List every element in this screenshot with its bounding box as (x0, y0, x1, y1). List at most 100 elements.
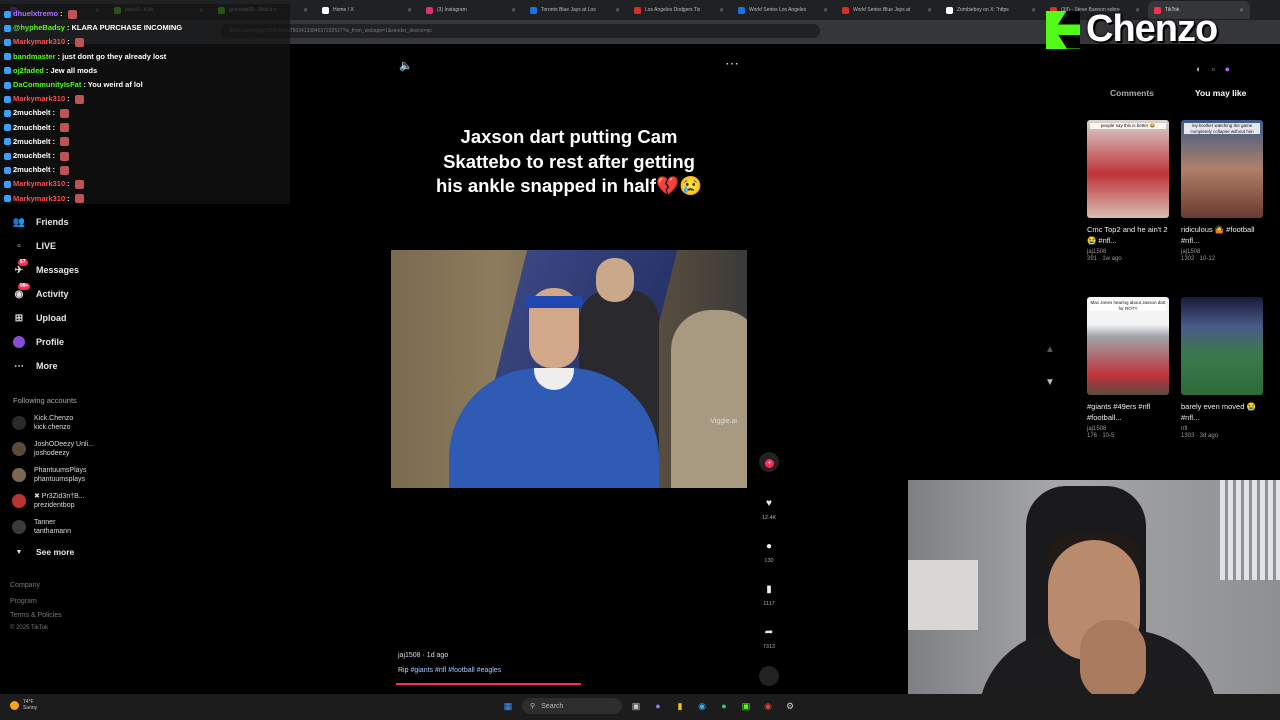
chat-username[interactable]: @hypheBadsy (13, 23, 65, 32)
badge-icon (4, 124, 11, 132)
compass-icon[interactable]: ◐ (1196, 64, 1201, 74)
video-player[interactable]: 🔈 ⋯ Jaxson dart putting Cam Skattebo to … (391, 53, 747, 685)
windows-start-icon[interactable]: ▦ (500, 698, 516, 714)
follow-plus-icon[interactable]: + (765, 459, 774, 468)
browser-tab[interactable]: Home / X ✕ (316, 1, 418, 19)
close-icon[interactable]: ✕ (1239, 7, 1244, 14)
inbox-icon[interactable]: ▫ (1211, 64, 1214, 74)
browser-tab[interactable]: Zombieboy on X: "https ✕ (940, 1, 1042, 19)
gear-icon[interactable]: ⚙ (782, 698, 798, 714)
watermark: Viggle.ai (710, 418, 737, 425)
browser-tab[interactable]: World Series Los Angeles ✕ (732, 1, 834, 19)
following-account[interactable]: Tanner tanthamann (12, 518, 71, 536)
like-button[interactable]: ♥ 12.4K (759, 494, 779, 521)
share-button[interactable]: ➦ 7313 (759, 623, 779, 650)
more-options-icon[interactable]: ⋯ (725, 55, 739, 72)
card-author: jaj1508 (1087, 249, 1107, 255)
chrome-icon[interactable]: ◉ (760, 698, 776, 714)
chevron-down-icon[interactable]: ▼ (1045, 377, 1055, 388)
footer-program[interactable]: Program (10, 598, 37, 605)
chat-username[interactable]: DaCommunityIsFat (13, 80, 81, 89)
video-author[interactable]: jaj1508 · 1d ago (398, 652, 448, 659)
save-button[interactable]: ▮ 1117 (759, 580, 779, 607)
chat-username[interactable]: Markymark310 (13, 37, 65, 46)
profile-avatar-icon[interactable]: ● (1225, 64, 1230, 74)
tab-favicon-icon (634, 6, 641, 14)
footer-company[interactable]: Company (10, 582, 40, 589)
close-icon[interactable]: ✕ (407, 7, 412, 14)
card-stats: 176 · 10-5 (1087, 433, 1115, 439)
chat-username[interactable]: 2muchbelt (13, 108, 51, 117)
close-icon[interactable]: ✕ (511, 7, 516, 14)
volume-icon[interactable]: 🔈 (399, 59, 413, 72)
following-account[interactable]: ✖ Pr3Zid3n†B... prezidentbop (12, 492, 85, 510)
comment-button[interactable]: ● 130 (759, 537, 779, 564)
spotify-icon[interactable]: ● (716, 698, 732, 714)
browser-tab[interactable]: Los Angeles Dodgers Tix ✕ (628, 1, 730, 19)
sidebar-item-activity[interactable]: ◉ 99+ Activity (12, 283, 69, 304)
app-icon[interactable]: ● (650, 698, 666, 714)
chat-username[interactable]: Markymark310 (13, 194, 65, 203)
folder-icon[interactable]: ▮ (672, 698, 688, 714)
chat-username[interactable]: 2muchbelt (13, 137, 51, 146)
browser-tab[interactable]: Toronto Blue Jays at Los ✕ (524, 1, 626, 19)
creator-avatar[interactable]: + (759, 452, 779, 472)
suggested-video-card[interactable]: barely even moved 😭 #nfl... nfl 1303 · 3… (1181, 297, 1263, 439)
sidebar-item-friends[interactable]: 👥 Friends (12, 212, 69, 232)
chat-text: Jew all mods (50, 65, 98, 75)
footer-terms[interactable]: Terms & Policies (10, 612, 62, 619)
chat-message: Markymark310: (4, 92, 286, 106)
task-view-icon[interactable]: ▣ (628, 698, 644, 714)
chat-username[interactable]: Markymark310 (13, 94, 65, 103)
close-icon[interactable]: ✕ (927, 7, 932, 14)
kick-icon[interactable]: ▣ (738, 698, 754, 714)
card-author: jaj1508 (1181, 249, 1201, 255)
close-icon[interactable]: ✕ (719, 7, 724, 14)
close-icon[interactable]: ✕ (823, 7, 828, 14)
messages-icon: ✈ 57 (14, 259, 28, 276)
chat-username[interactable]: 2muchbelt (13, 151, 51, 160)
address-bar[interactable]: tiktok.com/@jaj1508/video/75634133846372… (220, 24, 820, 38)
following-account[interactable]: Kick.Chenzo kick.chenzo (12, 414, 73, 432)
suggested-video-card[interactable]: my brother watching the game completely … (1181, 120, 1263, 262)
tab-comments[interactable]: Comments (1110, 88, 1154, 98)
sidebar-item-profile[interactable]: Profile (12, 332, 64, 352)
chat-username[interactable]: 2muchbelt (13, 123, 51, 132)
video-progress-bar[interactable] (396, 683, 582, 685)
video-caption: Jaxson dart putting Cam Skattebo to rest… (435, 126, 703, 196)
hashtag[interactable]: #football (448, 667, 474, 674)
chat-username[interactable]: Markymark310 (13, 179, 65, 188)
suggested-video-card[interactable]: people say this is better 😂 Cmc Top2 and… (1087, 120, 1169, 262)
edge-icon[interactable]: ◉ (694, 698, 710, 714)
video-navigation: ▲ ▼ (1045, 344, 1055, 388)
close-icon[interactable]: ✕ (1031, 7, 1036, 14)
chat-username[interactable]: 2muchbelt (13, 165, 51, 174)
sidebar-item-upload[interactable]: ⊞ Upload (12, 308, 67, 328)
chat-message: @hypheBadsy: KLARA PURCHASE INCOMING (4, 21, 286, 35)
hashtag[interactable]: #nfl (435, 667, 446, 674)
tab-you-may-like[interactable]: You may like (1195, 88, 1246, 98)
chat-username[interactable]: bandmaster (13, 52, 56, 61)
chat-text: just dont go they already lost (62, 51, 167, 61)
close-icon[interactable]: ✕ (303, 7, 308, 14)
weather-widget[interactable]: 74°F Sunny (10, 699, 37, 711)
browser-tab[interactable]: (3) Instagram ✕ (420, 1, 522, 19)
hashtag[interactable]: #eagles (477, 667, 502, 674)
taskbar-search[interactable]: ⚲ Search (522, 698, 622, 714)
chat-message: dhuelxtremo: (4, 7, 286, 21)
see-more-button[interactable]: ▼ See more (12, 542, 75, 562)
sidebar-item-live[interactable]: ▫ LIVE (12, 236, 56, 256)
chevron-up-icon[interactable]: ▲ (1045, 344, 1055, 355)
following-account[interactable]: PhantuumsPlays phantuumsplays (12, 466, 87, 484)
chat-username[interactable]: dhuelxtremo (13, 9, 58, 18)
following-account[interactable]: JoshODeezy Unli... joshodeezy (12, 440, 94, 458)
close-icon[interactable]: ✕ (615, 7, 620, 14)
suggested-video-card[interactable]: Mac Jones hearing about Jaxson dart for … (1087, 297, 1169, 439)
chat-username[interactable]: oj2faded (13, 66, 44, 75)
sidebar-item-messages[interactable]: ✈ 57 Messages (12, 259, 79, 280)
music-disc[interactable] (759, 666, 779, 686)
sidebar-item-more[interactable]: ⋯ More (12, 356, 58, 376)
chat-message: Markymark310: (4, 192, 286, 206)
hashtag[interactable]: #giants (410, 667, 433, 674)
browser-tab[interactable]: World Series Blue Jays at ✕ (836, 1, 938, 19)
